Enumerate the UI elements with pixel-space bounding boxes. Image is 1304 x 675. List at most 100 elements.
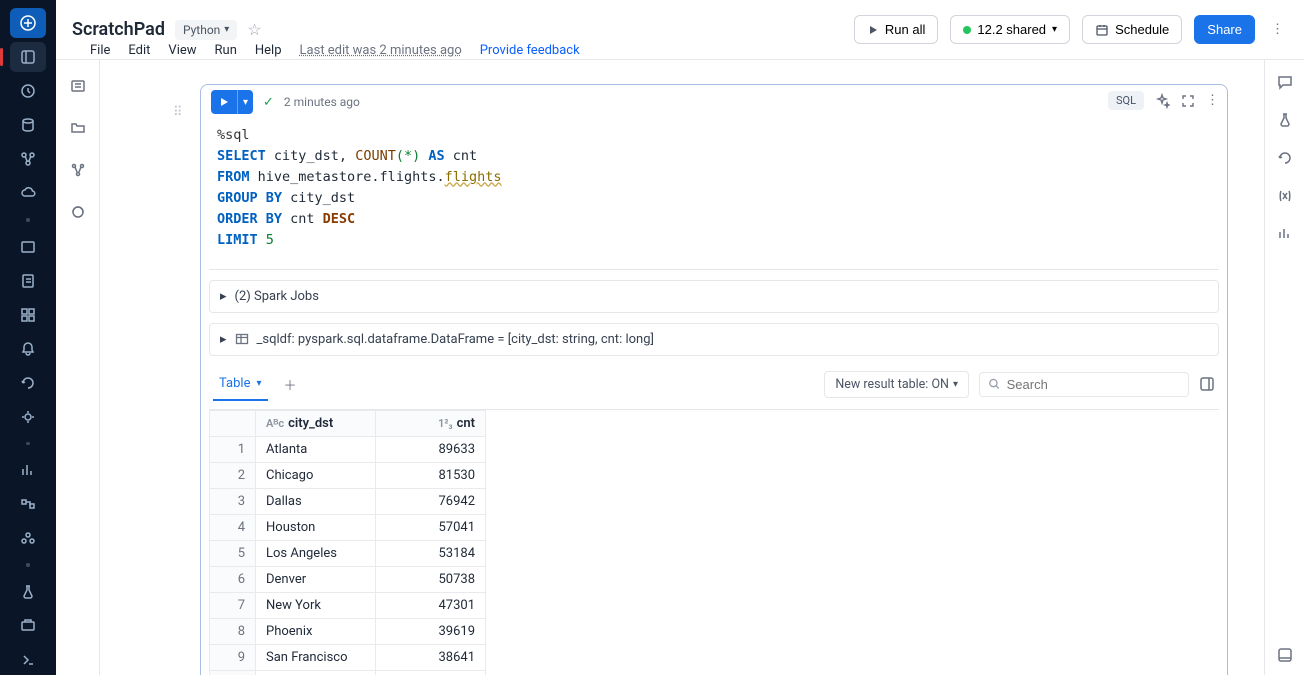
- nav-item-6[interactable]: [10, 489, 46, 519]
- run-menu-caret[interactable]: ▾: [237, 90, 253, 114]
- cell-cnt: 89633: [376, 436, 486, 462]
- nav-catalog[interactable]: [10, 110, 46, 140]
- spark-jobs-accordion[interactable]: ▸ (2) Spark Jobs: [209, 280, 1219, 313]
- result-search[interactable]: [979, 372, 1189, 397]
- table-row[interactable]: 6Denver50738: [210, 566, 486, 592]
- nav-item-7[interactable]: [10, 523, 46, 553]
- dashboard-icon[interactable]: [1277, 226, 1293, 242]
- string-type-icon: Aᴮc: [266, 417, 284, 430]
- search-input[interactable]: [1007, 377, 1180, 392]
- drag-handle-icon[interactable]: ⠿: [173, 105, 183, 120]
- schedule-button[interactable]: Schedule: [1082, 15, 1182, 44]
- table-row[interactable]: 9San Francisco38641: [210, 644, 486, 670]
- play-icon[interactable]: [211, 90, 237, 114]
- folder-icon[interactable]: [66, 116, 90, 140]
- nav-cloud[interactable]: [10, 178, 46, 208]
- compute-label: 12.2 shared: [977, 22, 1046, 37]
- tab-label: Table: [219, 376, 250, 391]
- nav-item-1[interactable]: [10, 232, 46, 262]
- toc-icon[interactable]: [66, 74, 90, 98]
- table-row[interactable]: 3Dallas76942: [210, 488, 486, 514]
- revision-icon[interactable]: [1277, 150, 1293, 166]
- menu-run[interactable]: Run: [215, 43, 237, 58]
- collapse-panel-icon[interactable]: [1277, 647, 1293, 663]
- nav-item-4[interactable]: [10, 402, 46, 432]
- assistant-icon[interactable]: [66, 200, 90, 224]
- cell-cnt: 57041: [376, 514, 486, 540]
- nav-history[interactable]: [10, 368, 46, 398]
- tab-table[interactable]: Table▾: [213, 368, 268, 401]
- row-index: 4: [210, 514, 256, 540]
- spark-jobs-label: (2) Spark Jobs: [235, 289, 319, 304]
- table-row[interactable]: 1Atlanta89633: [210, 436, 486, 462]
- cell-city: Atlanta: [256, 436, 376, 462]
- cell-header: ▾ ✓ 2 minutes ago: [201, 85, 1227, 119]
- numeric-type-icon: 1²₃: [438, 417, 452, 430]
- cell-city: San Francisco: [256, 644, 376, 670]
- run-all-button[interactable]: Run all: [854, 15, 938, 44]
- menu-file[interactable]: File: [90, 43, 110, 58]
- nav-item-9[interactable]: [10, 645, 46, 675]
- table-row[interactable]: 4Houston57041: [210, 514, 486, 540]
- nav-experiments[interactable]: [10, 577, 46, 607]
- schema-accordion[interactable]: ▸_sqldf: pyspark.sql.dataframe.DataFrame…: [209, 323, 1219, 356]
- nav-item-2[interactable]: [10, 266, 46, 296]
- cell-city: Phoenix: [256, 618, 376, 644]
- schema-icon[interactable]: [66, 158, 90, 182]
- add-tab-button[interactable]: ＋: [278, 375, 303, 394]
- nav-item-5[interactable]: [10, 455, 46, 485]
- cell-tools: SQL ⋮: [1108, 91, 1219, 110]
- cell-city: Dallas: [256, 488, 376, 514]
- nav-recents[interactable]: [10, 76, 46, 106]
- table-row[interactable]: 8Phoenix39619: [210, 618, 486, 644]
- column-header-city[interactable]: Aᴮccity_dst: [256, 410, 376, 436]
- expand-icon[interactable]: [1180, 93, 1196, 109]
- cell-cnt: 76942: [376, 488, 486, 514]
- menu-edit[interactable]: Edit: [128, 43, 150, 58]
- feedback-link[interactable]: Provide feedback: [480, 43, 580, 58]
- language-badge[interactable]: SQL: [1108, 91, 1144, 110]
- code-cell[interactable]: ⠿ ▾ ✓ 2 minutes ago SQL ⋮: [200, 84, 1228, 675]
- table-row[interactable]: 2Chicago81530: [210, 462, 486, 488]
- more-menu-icon[interactable]: ⋮: [1267, 18, 1288, 41]
- code-editor[interactable]: %sql SELECT city_dst, COUNT(*) AS cnt FR…: [201, 119, 1227, 269]
- last-edit-label[interactable]: Last edit was 2 minutes ago: [300, 43, 462, 58]
- experiment-icon[interactable]: [1277, 112, 1293, 128]
- cell-more-icon[interactable]: ⋮: [1206, 93, 1219, 108]
- compute-selector[interactable]: 12.2 shared▾: [950, 15, 1070, 44]
- menu-help[interactable]: Help: [255, 43, 282, 58]
- nav-alerts[interactable]: [10, 334, 46, 364]
- cell-cnt: 47301: [376, 592, 486, 618]
- share-label: Share: [1207, 22, 1242, 37]
- nav-workspace[interactable]: [10, 42, 46, 72]
- schedule-label: Schedule: [1115, 22, 1169, 37]
- nav-item-3[interactable]: [10, 300, 46, 330]
- share-button[interactable]: Share: [1194, 15, 1255, 44]
- notebook-side-rail: [56, 60, 100, 675]
- row-index: 5: [210, 540, 256, 566]
- row-index: 3: [210, 488, 256, 514]
- table-row[interactable]: 5Los Angeles53184: [210, 540, 486, 566]
- table-row[interactable]: 7New York47301: [210, 592, 486, 618]
- menu-view[interactable]: View: [168, 43, 196, 58]
- panel-toggle-icon[interactable]: [1199, 376, 1215, 392]
- table-row[interactable]: 10Las Vegas32994: [210, 670, 486, 675]
- column-header-cnt[interactable]: 1²₃cnt: [376, 410, 486, 436]
- cell-cnt: 39619: [376, 618, 486, 644]
- cell-city: Chicago: [256, 462, 376, 488]
- row-index: 1: [210, 436, 256, 462]
- new-button[interactable]: [10, 8, 46, 38]
- row-index: 9: [210, 644, 256, 670]
- nav-workflows[interactable]: [10, 144, 46, 174]
- cell-city: New York: [256, 592, 376, 618]
- nav-item-8[interactable]: [10, 611, 46, 641]
- comments-icon[interactable]: [1277, 74, 1293, 90]
- result-table-toggle[interactable]: New result table: ON▾: [824, 371, 969, 398]
- row-index-header[interactable]: [210, 410, 256, 436]
- ai-assist-icon[interactable]: [1154, 93, 1170, 109]
- run-cell-button[interactable]: ▾: [211, 90, 253, 114]
- caret-right-icon: ▸: [220, 289, 227, 304]
- cell-timestamp: 2 minutes ago: [284, 95, 360, 109]
- row-index: 8: [210, 618, 256, 644]
- variables-icon[interactable]: [1277, 188, 1293, 204]
